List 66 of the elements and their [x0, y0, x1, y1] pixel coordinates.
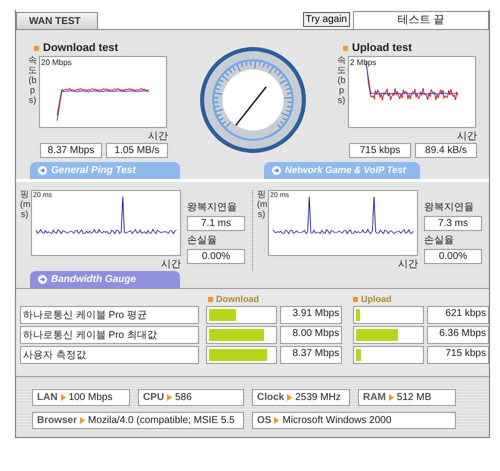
test-title: Upload test: [352, 42, 412, 54]
speed-value: 715 kbps: [426, 346, 489, 364]
info-value: Mozila/4.0 (compatible; MSIE 5.5: [88, 415, 235, 426]
latency-value: 7.1 ms: [187, 216, 245, 231]
speed-value: 8.37 Mbps: [280, 346, 342, 364]
bullet-icon: [34, 46, 39, 50]
axis-label: 시간: [457, 131, 477, 142]
section-tab[interactable]: General Ping Test: [30, 162, 180, 179]
bullet-icon: [208, 296, 213, 302]
info-label: LAN: [37, 392, 58, 403]
info-value: 586: [175, 392, 192, 403]
info-value: 2539 MHz: [295, 392, 341, 403]
test-title: Download test: [43, 42, 118, 54]
stat-label: 왕복지연율: [424, 201, 475, 214]
speed-reading: 1.05 MB/s: [106, 143, 168, 158]
arrow-icon: [272, 166, 281, 175]
speed-value: 8.00 Mbps: [280, 326, 342, 344]
loss-value: 0.00%: [187, 249, 245, 264]
triangle-icon: [80, 417, 86, 424]
latency-value: 7.3 ms: [424, 216, 482, 231]
speed-reading: 8.37 Mbps: [40, 143, 102, 158]
speed-value: 3.91 Mbps: [280, 306, 342, 324]
arrow-icon: [38, 166, 47, 175]
bullet-icon: [343, 46, 348, 50]
speed-value: 6.36 Mbps: [426, 326, 489, 344]
triangle-icon: [274, 417, 280, 424]
arrow-icon: [38, 275, 47, 284]
stat-label: 왕복지연율: [187, 201, 238, 214]
triangle-icon: [167, 394, 172, 401]
speed-value: 621 kbps: [426, 306, 489, 324]
axis-label: 시간: [148, 131, 168, 142]
try-again-button[interactable]: Try again: [302, 12, 350, 27]
info-value: 512 MB: [396, 392, 432, 403]
axis-label: 시간: [398, 259, 418, 270]
axis-label: 핑(ms): [257, 190, 266, 221]
info-label: Browser: [37, 415, 78, 426]
stat-label: 손실율: [424, 234, 455, 247]
axis-label: 핑(ms): [20, 190, 29, 221]
status-field: 테스트 끝: [353, 11, 489, 29]
connection-name: 하나로통신 케이블 Pro 최대값: [20, 326, 200, 344]
bullet-icon: [353, 296, 358, 302]
column-header: Download: [216, 294, 259, 304]
scale-label: 2 Mbps: [350, 58, 376, 67]
axis-label: 시간: [161, 259, 181, 270]
triangle-icon: [287, 394, 292, 401]
info-value: Microsoft Windows 2000: [282, 415, 392, 426]
section-tab[interactable]: Network Game & VoIP Test: [264, 162, 420, 179]
scale-label: 20 Mbps: [41, 58, 72, 67]
axis-label: 속도(bps): [28, 56, 37, 107]
connection-name: 하나로통신 케이블 Pro 평균: [20, 306, 200, 324]
bandwidth-tab[interactable]: Bandwidth Gauge: [30, 271, 180, 288]
connection-name: 사용자 측정값: [20, 346, 200, 364]
info-label: OS: [257, 415, 272, 426]
axis-label: 속도(bps): [337, 56, 346, 107]
wan-test-tab[interactable]: WAN TEST: [16, 12, 98, 29]
triangle-icon: [60, 394, 66, 401]
info-label: Clock: [257, 392, 284, 403]
column-header: Upload: [361, 294, 392, 304]
info-value: 100 Mbps: [68, 392, 112, 403]
loss-value: 0.00%: [424, 249, 482, 264]
stat-label: 손실율: [187, 234, 218, 247]
speed-reading: 715 kbps: [349, 143, 411, 158]
info-label: CPU: [143, 392, 164, 403]
triangle-icon: [388, 394, 394, 401]
info-label: RAM: [363, 392, 386, 403]
speed-reading: 89.4 kB/s: [415, 143, 477, 158]
